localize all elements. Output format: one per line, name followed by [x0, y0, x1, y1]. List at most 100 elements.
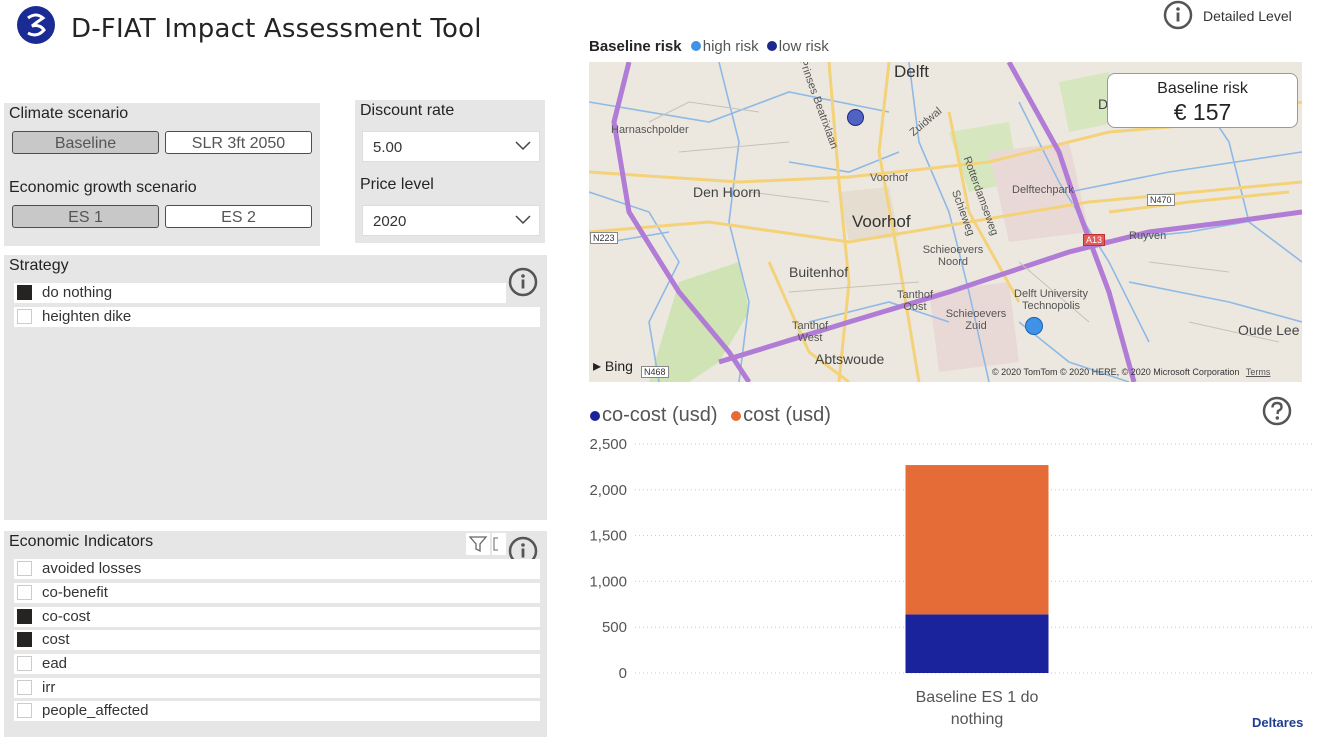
bing-icon: ▸	[593, 358, 602, 375]
indicator-item-label: irr	[42, 679, 56, 696]
climate-option-baseline[interactable]: Baseline	[12, 131, 159, 154]
legend-dot-low-risk	[766, 41, 777, 51]
map-label-delftechpark: Delftechpark	[1012, 184, 1074, 196]
legend-dot-cost	[731, 411, 742, 421]
map-marker-low-risk[interactable]	[847, 109, 864, 126]
app-logo	[17, 6, 55, 44]
checkbox[interactable]	[17, 561, 32, 576]
attribution-text: © 2020 TomTom © 2020 HERE, © 2020 Micros…	[992, 367, 1240, 377]
deltares-logo: Deltares	[1252, 715, 1304, 730]
road-shield-n223: N223	[590, 232, 618, 244]
chevron-down-icon	[515, 215, 531, 225]
indicator-item-co-cost[interactable]: co-cost	[14, 607, 540, 627]
legend-label-cost: cost (usd)	[743, 404, 831, 426]
indicator-item-label: co-cost	[42, 608, 91, 625]
checkbox[interactable]	[17, 632, 32, 647]
baseline-risk-card-label: Baseline risk	[1157, 80, 1248, 97]
chart-legend: co-cost (usd) cost (usd)	[590, 404, 831, 427]
bar-segment-cost[interactable]	[905, 465, 1049, 615]
info-icon[interactable]	[508, 267, 538, 297]
checkbox[interactable]	[17, 703, 32, 718]
map-legend: Baseline risk high risk low risk	[589, 38, 829, 55]
map-label-tanthof-oost: Tanthof Oost	[896, 289, 934, 313]
strategy-item-heighten-dike[interactable]: heighten dike	[14, 307, 540, 327]
strategy-label: Strategy	[9, 257, 69, 274]
price-level-dropdown[interactable]: 2020	[362, 205, 540, 236]
indicator-item-ead[interactable]: ead	[14, 654, 540, 674]
indicator-item-people-affected[interactable]: people_affected	[14, 701, 540, 721]
x-category-label: Baseline ES 1 do	[916, 689, 1039, 706]
discount-rate-dropdown[interactable]: 5.00	[362, 131, 540, 162]
baseline-risk-card-value: € 157	[1173, 99, 1232, 125]
economic-indicators-label: Economic Indicators	[9, 533, 154, 550]
stacked-bar-chart[interactable]: 0 500 1,000 1,500 2,000 2,500 Baseline ES 1 do…	[570, 430, 1320, 740]
legend-dot-high-risk	[690, 41, 701, 51]
checkbox[interactable]	[17, 309, 32, 324]
indicator-item-label: people_affected	[42, 702, 149, 719]
x-category-label: nothing	[951, 711, 1004, 728]
road-shield-n470: N470	[1147, 194, 1175, 206]
indicator-item-label: avoided losses	[42, 560, 142, 577]
climate-scenario-label: Climate scenario	[9, 105, 129, 122]
baseline-risk-card: Baseline risk € 157	[1107, 73, 1298, 128]
map-title: Baseline risk	[589, 38, 682, 55]
legend-label-co-cost: co-cost (usd)	[602, 404, 718, 426]
growth-option-es1[interactable]: ES 1	[12, 205, 159, 228]
growth-option-es2[interactable]: ES 2	[165, 205, 312, 228]
bing-label: Bing	[604, 358, 633, 374]
map-label-schieoevers-noord: Schieoevers Noord	[922, 244, 984, 268]
y-tick-label: 1,000	[589, 573, 627, 590]
checkbox[interactable]	[17, 680, 32, 695]
y-tick-label: 500	[602, 619, 627, 636]
focus-mode-icon[interactable]	[492, 533, 506, 555]
legend-dot-co-cost	[590, 411, 600, 421]
indicator-item-label: co-benefit	[42, 584, 108, 601]
map-marker-high-risk[interactable]	[1025, 317, 1043, 335]
map-label-delft: Delft	[894, 62, 929, 81]
help-icon[interactable]	[1262, 396, 1292, 426]
map-label-ruyven: Ruyven	[1129, 230, 1167, 242]
strategy-item-label: do nothing	[42, 284, 113, 301]
detail-level-link[interactable]: Detailed Level	[1203, 8, 1292, 24]
price-level-label: Price level	[360, 176, 434, 193]
chevron-down-icon	[515, 141, 531, 151]
bar-segment-co-cost[interactable]	[905, 614, 1049, 673]
legend-label-low-risk: low risk	[778, 38, 829, 55]
y-tick-label: 1,500	[589, 528, 627, 545]
map-label-oude-leede: Oude Lee	[1238, 322, 1300, 338]
map-label-buitenhof: Buitenhof	[789, 264, 849, 280]
y-tick-label: 0	[619, 665, 627, 682]
discount-rate-value: 5.00	[373, 139, 403, 156]
map-label-voorhof: Voorhof	[852, 212, 911, 231]
info-icon[interactable]	[1163, 0, 1193, 30]
map-label-delft-university: Delft University Technopolis	[1014, 288, 1088, 312]
map-label-abtswoude: Abtswoude	[815, 351, 885, 367]
map-label-schieoevers-zuid: Schieoevers Zuid	[945, 308, 1007, 332]
checkbox[interactable]	[17, 656, 32, 671]
y-tick-label: 2,000	[589, 482, 627, 499]
map-attribution: © 2020 TomTom © 2020 HERE, © 2020 Micros…	[992, 367, 1270, 377]
checkbox[interactable]	[17, 585, 32, 600]
y-tick-label: 2,500	[589, 436, 627, 453]
climate-option-slr[interactable]: SLR 3ft 2050	[165, 131, 312, 154]
map-label-tanthof-west: Tanthof West	[791, 320, 829, 344]
indicator-item-label: cost	[42, 631, 70, 648]
strategy-item-do-nothing[interactable]: do nothing	[14, 283, 506, 303]
indicator-item-co-benefit[interactable]: co-benefit	[14, 583, 540, 603]
checkbox[interactable]	[17, 285, 32, 300]
filter-icon[interactable]	[466, 533, 490, 555]
indicator-item-cost[interactable]: cost	[14, 630, 540, 650]
app-title: D-FIAT Impact Assessment Tool	[71, 14, 482, 44]
indicator-item-avoided-losses[interactable]: avoided losses	[14, 559, 540, 579]
road-shield-n468: N468	[641, 366, 669, 378]
price-level-value: 2020	[373, 213, 407, 230]
indicator-item-label: ead	[42, 655, 68, 672]
checkbox[interactable]	[17, 609, 32, 624]
discount-rate-label: Discount rate	[360, 102, 455, 119]
legend-label-high-risk: high risk	[702, 38, 759, 55]
strategy-item-label: heighten dike	[42, 308, 132, 325]
road-shield-a13: A13	[1083, 234, 1106, 246]
indicator-item-irr[interactable]: irr	[14, 678, 540, 698]
terms-link[interactable]: Terms	[1246, 367, 1271, 377]
map-label-voorhof-small: Voorhof	[870, 172, 908, 184]
